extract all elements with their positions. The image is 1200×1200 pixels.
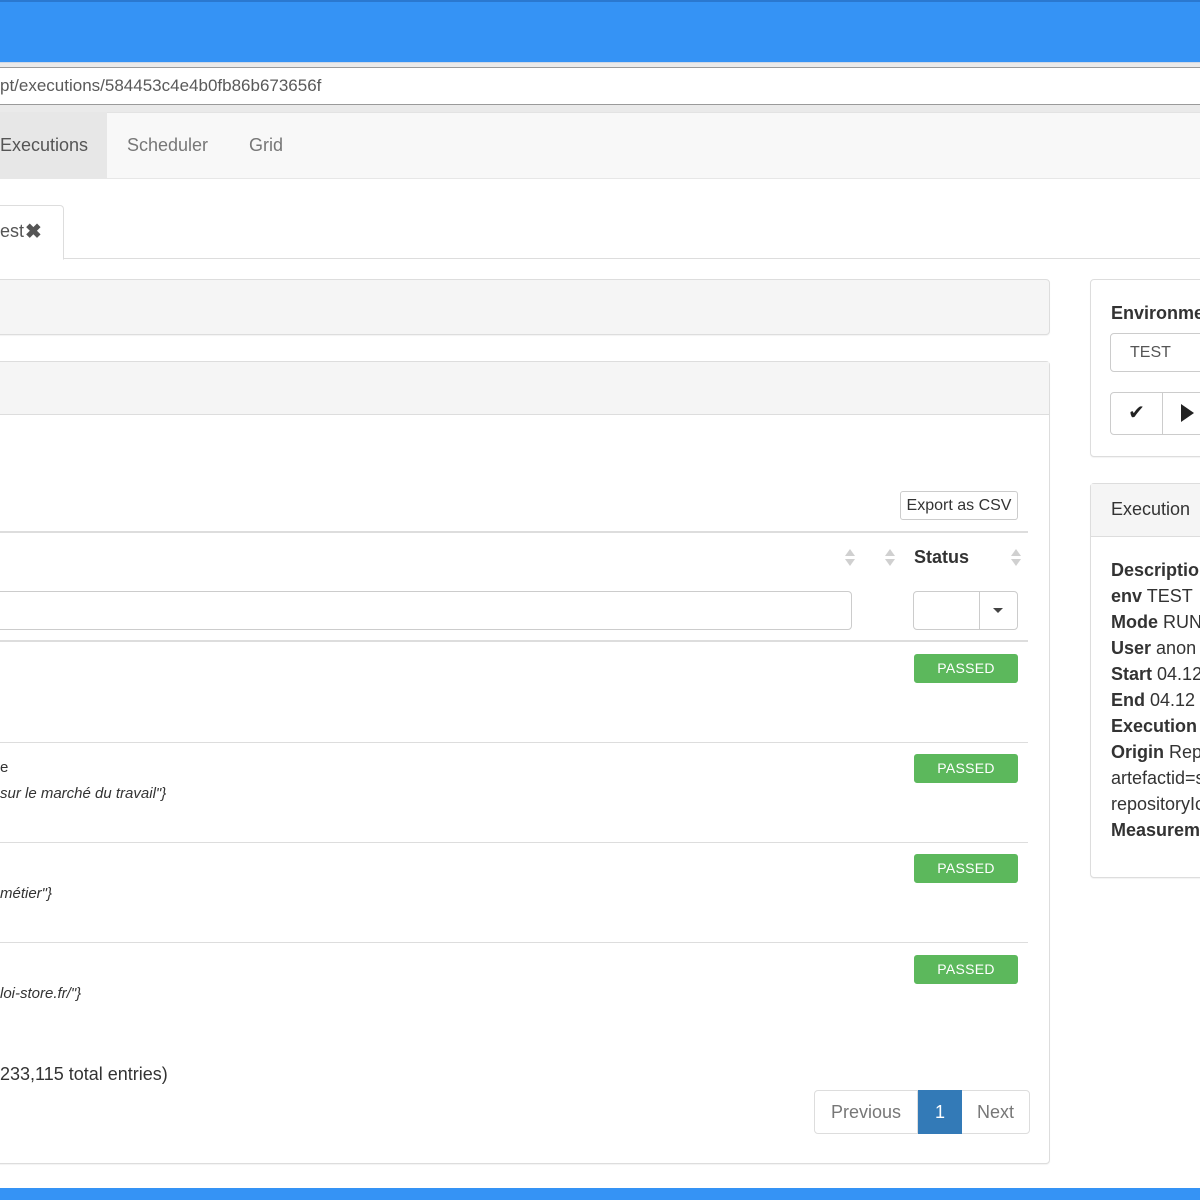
execution-field: End 04.12 [1111, 690, 1196, 710]
sort-icon[interactable] [1011, 548, 1021, 568]
pagination-next[interactable]: Next [962, 1091, 1029, 1133]
sort-icon[interactable] [885, 548, 895, 568]
execution-panel-title: Execution [1111, 499, 1191, 519]
pagination-previous[interactable]: Previous [815, 1091, 918, 1133]
nav-item-executions[interactable]: Executions [0, 112, 107, 178]
row-text: métier"} [0, 885, 53, 902]
status-filter-divider [979, 592, 980, 629]
report-panel [0, 361, 1050, 1164]
execution-tab-label[interactable]: est [0, 221, 24, 242]
status-column-header[interactable]: Status [914, 547, 969, 568]
close-icon[interactable]: ✖ [25, 219, 42, 244]
export-csv-button[interactable]: Export as CSV [900, 491, 1018, 520]
nav-item-grid[interactable]: Grid [249, 112, 283, 178]
play-icon[interactable] [1181, 404, 1194, 422]
check-icon[interactable]: ✔ [1110, 392, 1163, 435]
execution-field: Origin Rep [1111, 742, 1200, 762]
status-badge: PASSED [914, 955, 1018, 984]
row-text: sur le marché du travail"} [0, 785, 167, 802]
table-row-divider [0, 742, 1028, 743]
row-text: e [0, 759, 9, 776]
table-row-divider [0, 842, 1028, 843]
tab-bar-divider [0, 258, 1200, 259]
table-header-bottom-border [0, 640, 1028, 642]
environment-value[interactable]: TEST [1130, 344, 1171, 362]
address-bar-url[interactable]: pt/executions/584453c4e4b0fb86b673656f [0, 76, 321, 96]
status-badge: PASSED [914, 754, 1018, 783]
status-badge: PASSED [914, 854, 1018, 883]
execution-field: User anon [1111, 638, 1197, 658]
execution-field: Mode RUN [1111, 612, 1200, 632]
row-text: loi-store.fr/"} [0, 985, 82, 1002]
execution-field: env TEST [1111, 586, 1193, 606]
execution-field: Measurem [1111, 820, 1200, 840]
taskbar [0, 1188, 1200, 1200]
status-badge: PASSED [914, 654, 1018, 683]
nav-item-scheduler[interactable]: Scheduler [127, 112, 208, 178]
environment-title: Environme [1111, 303, 1200, 323]
summary-panel [0, 279, 1050, 335]
execution-field: artefactid=s [1111, 768, 1200, 788]
execution-field: repositoryIc [1111, 794, 1200, 814]
chevron-down-icon[interactable] [993, 608, 1003, 613]
pagination-page-1[interactable]: 1 [918, 1090, 962, 1134]
column-filter-input[interactable] [0, 591, 852, 630]
window-title-bar [0, 0, 1200, 62]
report-panel-heading [0, 362, 1049, 415]
execution-field: Execution [1111, 716, 1198, 736]
execution-field: Start 04.12 [1111, 664, 1200, 684]
table-entries-info: 233,115 total entries) [0, 1064, 168, 1084]
table-header-top-border [0, 531, 1028, 533]
execution-field: Descriptio [1111, 560, 1200, 580]
table-row-divider [0, 942, 1028, 943]
sort-icon[interactable] [845, 548, 855, 568]
